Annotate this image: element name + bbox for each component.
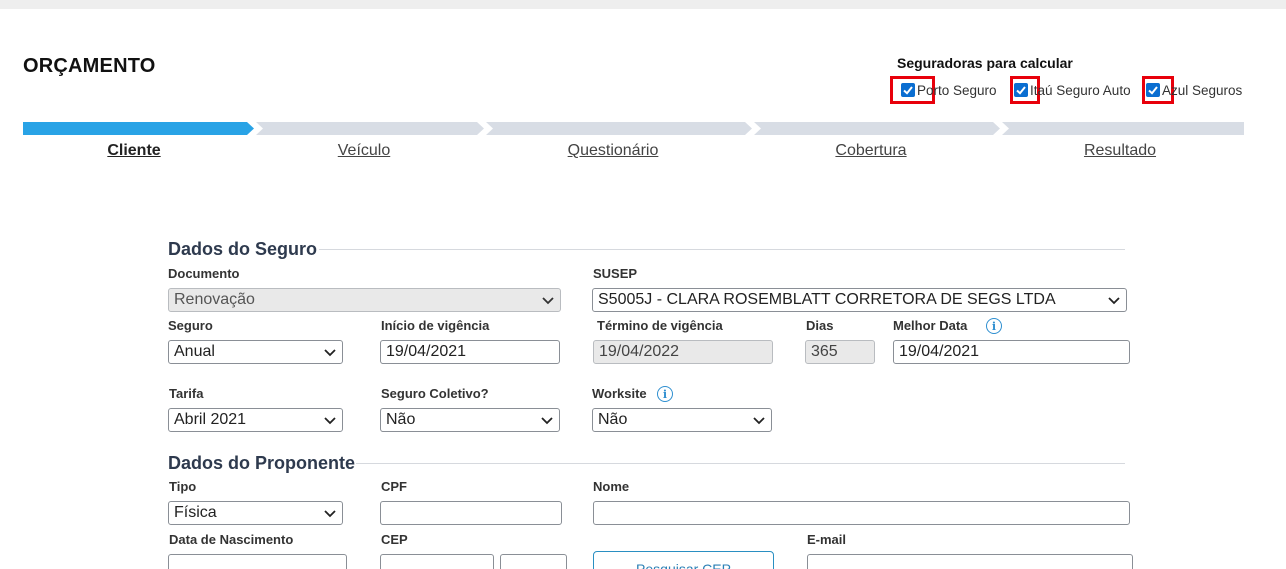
label-documento: Documento [168, 266, 240, 281]
inicio-vigencia-input[interactable]: 19/04/2021 [380, 340, 560, 364]
worksite-select[interactable]: Não [592, 408, 772, 432]
seguro-coletivo-value: Não [386, 411, 416, 428]
email-input[interactable] [807, 554, 1133, 569]
page-title: ORÇAMENTO [23, 55, 156, 77]
insurer-checkbox-azul[interactable]: Azul Seguros [1142, 76, 1243, 104]
chevron-down-icon [1108, 297, 1120, 305]
step-resultado[interactable]: Resultado [1084, 142, 1156, 160]
insurer-label: Azul Seguros [1162, 82, 1243, 98]
tipo-select[interactable]: Física [168, 501, 343, 525]
seguro-select[interactable]: Anual [168, 340, 343, 364]
label-inicio-vigencia: Início de vigência [381, 318, 490, 333]
label-worksite: Worksite [592, 386, 647, 401]
nome-input[interactable] [593, 501, 1130, 525]
label-seguro: Seguro [168, 318, 213, 333]
chevron-down-icon [753, 417, 765, 425]
tarifa-value: Abril 2021 [174, 411, 247, 428]
insurer-checkbox-itau[interactable]: Itaú Seguro Auto [1010, 76, 1131, 104]
insurer-checkbox-porto[interactable]: Porto Seguro [890, 76, 997, 104]
label-termino-vigencia: Término de vigência [597, 318, 723, 333]
step-bar-questionario [486, 122, 752, 135]
step-cobertura[interactable]: Cobertura [835, 142, 906, 160]
melhor-data-value: 19/04/2021 [899, 343, 980, 360]
stepper-bar [23, 122, 1244, 135]
termino-vigencia-input: 19/04/2022 [593, 340, 773, 364]
data-nascimento-input[interactable] [168, 554, 347, 569]
section-title-dados-seguro: Dados do Seguro [168, 239, 318, 259]
tipo-value: Física [174, 504, 217, 521]
step-cliente[interactable]: Cliente [107, 142, 160, 160]
chevron-down-icon [324, 417, 336, 425]
inicio-vigencia-value: 19/04/2021 [386, 343, 467, 360]
progress-stepper [23, 122, 1244, 135]
cep-input-suffix[interactable] [500, 554, 567, 569]
worksite-value: Não [598, 411, 628, 428]
checkbox-checked-icon[interactable] [1146, 83, 1160, 97]
label-tipo: Tipo [169, 479, 197, 494]
section-divider [356, 463, 1125, 464]
termino-vigencia-value: 19/04/2022 [599, 343, 680, 360]
documento-value: Renovação [174, 291, 255, 308]
checkbox-checked-icon[interactable] [901, 83, 915, 97]
chevron-down-icon [541, 417, 553, 425]
info-icon[interactable]: i [657, 386, 673, 402]
documento-select[interactable]: Renovação [168, 288, 561, 312]
step-veiculo[interactable]: Veículo [338, 142, 390, 160]
section-title-dados-proponente: Dados do Proponente [168, 453, 356, 473]
label-email: E-mail [807, 532, 847, 547]
step-bar-veiculo [256, 122, 484, 135]
section-divider [319, 249, 1125, 250]
melhor-data-input[interactable]: 19/04/2021 [893, 340, 1130, 364]
susep-select[interactable]: S5005J - CLARA ROSEMBLATT CORRETORA DE S… [592, 288, 1127, 312]
susep-value: S5005J - CLARA ROSEMBLATT CORRETORA DE S… [598, 291, 1056, 308]
step-bar-cobertura [754, 122, 1000, 135]
tarifa-select[interactable]: Abril 2021 [168, 408, 343, 432]
label-cpf: CPF [381, 479, 407, 494]
label-dias: Dias [806, 318, 834, 333]
label-susep: SUSEP [593, 266, 638, 281]
info-icon[interactable]: i [986, 318, 1002, 334]
dias-input: 365 [805, 340, 875, 364]
chevron-down-icon [542, 297, 554, 305]
seguro-value: Anual [174, 343, 215, 360]
insurer-label: Porto Seguro [917, 82, 997, 98]
cpf-input[interactable] [380, 501, 562, 525]
chevron-down-icon [324, 349, 336, 357]
label-nome: Nome [593, 479, 630, 494]
pesquisar-cep-button[interactable]: Pesquisar CEP [593, 551, 774, 569]
dias-value: 365 [811, 343, 838, 360]
step-questionario[interactable]: Questionário [568, 142, 659, 160]
seguro-coletivo-select[interactable]: Não [380, 408, 560, 432]
step-bar-resultado [1002, 122, 1244, 135]
label-melhor-data: Melhor Data [893, 318, 968, 333]
checkbox-checked-icon[interactable] [1014, 83, 1028, 97]
chevron-down-icon [324, 510, 336, 518]
insurers-title: Seguradoras para calcular [897, 55, 1073, 71]
insurer-label: Itaú Seguro Auto [1030, 82, 1131, 98]
label-data-nascimento: Data de Nascimento [169, 532, 294, 547]
cep-input-prefix[interactable] [380, 554, 494, 569]
label-cep: CEP [381, 532, 408, 547]
step-bar-cliente [23, 122, 254, 135]
label-tarifa: Tarifa [169, 386, 204, 401]
label-seguro-coletivo: Seguro Coletivo? [381, 386, 489, 401]
browser-top-strip [0, 0, 1286, 9]
